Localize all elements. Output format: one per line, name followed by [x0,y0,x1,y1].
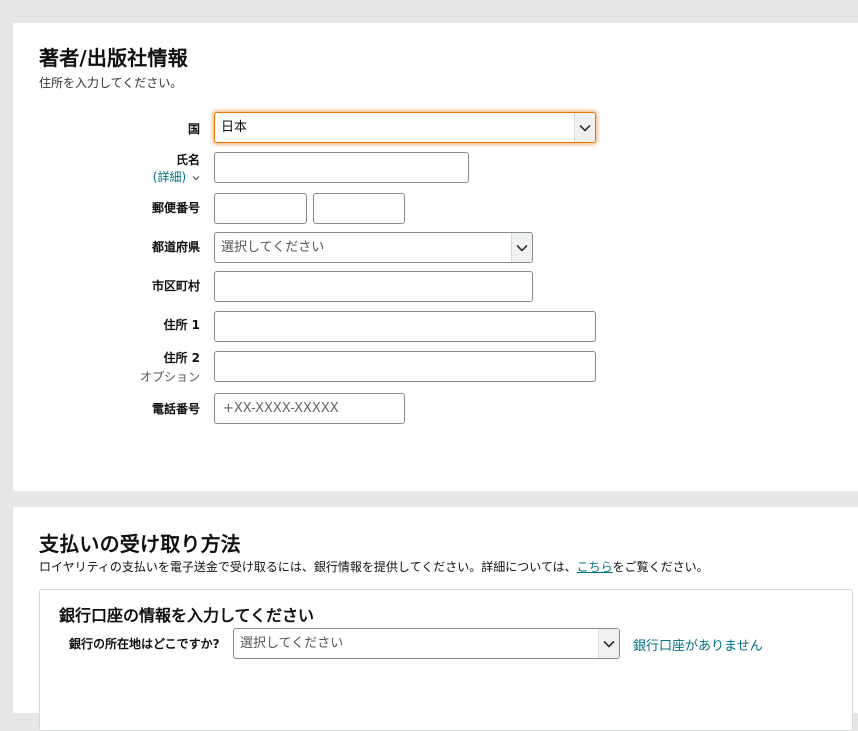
address1-input[interactable] [214,311,596,342]
address2-label: 住所 2 [163,351,200,365]
name-detail-link[interactable]: (詳細) [153,170,186,184]
postal-label: 郵便番号 [151,201,200,215]
name-label: 氏名 [175,153,200,167]
address1-label: 住所 1 [163,318,200,332]
country-select-value: 日本 [221,120,248,135]
publisher-info-subtitle: 住所を入力してください。 [39,76,183,90]
chevron-down-icon [192,170,200,184]
payment-method-description: ロイヤリティの支払いを電子送金で受け取るには、銀行情報を提供してください。詳細に… [39,558,709,575]
postal-code-first-input[interactable] [214,193,307,224]
postal-code-second-input[interactable] [313,193,405,224]
payment-method-section: 支払いの受け取り方法 ロイヤリティの支払いを電子送金で受け取るには、銀行情報を提… [13,507,858,731]
phone-input[interactable]: +XX-XXXX-XXXXX [214,393,405,424]
chevron-down-icon [511,233,532,262]
chevron-down-icon [574,113,595,142]
bank-location-select[interactable]: 選択してください [233,628,620,659]
city-input[interactable] [214,271,533,302]
payment-method-title: 支払いの受け取り方法 [39,532,241,556]
country-select[interactable]: 日本 [214,112,596,143]
payment-desc-text: ロイヤリティの支払いを電子送金で受け取るには、銀行情報を提供してください。詳細に… [39,560,577,574]
no-bank-account-link[interactable]: 銀行口座がありません [633,635,763,654]
prefecture-select-placeholder: 選択してください [221,240,325,255]
city-label: 市区町村 [151,279,200,293]
payment-details-link[interactable]: こちら [577,560,613,574]
country-label: 国 [187,122,200,136]
payment-desc-text-end: をご覧ください。 [612,560,709,574]
name-detail-toggle[interactable]: (詳細) [153,168,200,185]
bank-account-title: 銀行口座の情報を入力してください [59,606,315,625]
phone-label: 電話番号 [151,402,200,416]
prefecture-label: 都道府県 [151,240,200,254]
publisher-info-title: 著者/出版社情報 [39,46,188,70]
publisher-info-section: 著者/出版社情報 住所を入力してください。 国 日本 氏名 (詳細) 郵便番号 … [13,23,858,491]
phone-input-placeholder: +XX-XXXX-XXXXX [223,401,339,416]
chevron-down-icon [598,629,619,658]
bank-account-box: 銀行口座の情報を入力してください 銀行の所在地はどこですか? 選択してください … [39,589,853,731]
address2-optional-note: オプション [139,370,200,384]
prefecture-select[interactable]: 選択してください [214,232,533,263]
name-input[interactable] [214,152,469,183]
bank-location-label: 銀行の所在地はどこですか? [69,637,220,651]
address2-input[interactable] [214,351,596,382]
bank-location-placeholder: 選択してください [240,636,344,651]
